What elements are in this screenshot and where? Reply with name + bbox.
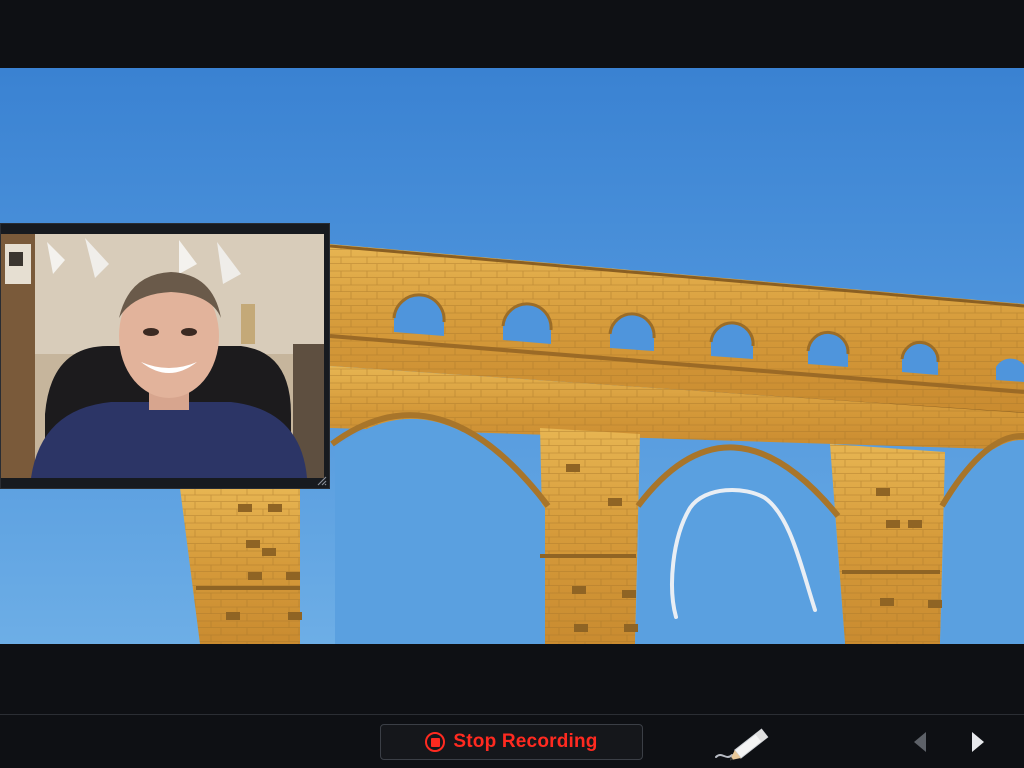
stop-record-icon (425, 732, 446, 752)
next-arrow-icon[interactable] (964, 727, 992, 757)
pen-tool-icon[interactable] (712, 723, 774, 763)
lower-band (0, 644, 1024, 714)
camera-overlay[interactable] (0, 223, 330, 489)
stop-recording-button[interactable]: Stop Recording (380, 724, 643, 760)
whiteboard-app: Stop Recording (0, 0, 1024, 768)
presenter-video (1, 234, 324, 478)
stop-recording-label: Stop Recording (453, 731, 598, 752)
bottom-toolbar: Stop Recording (0, 714, 1024, 768)
previous-arrow-icon[interactable] (906, 727, 934, 757)
resize-grip-icon[interactable] (315, 474, 327, 486)
top-bar (0, 0, 1024, 68)
camera-feed (1, 234, 324, 478)
